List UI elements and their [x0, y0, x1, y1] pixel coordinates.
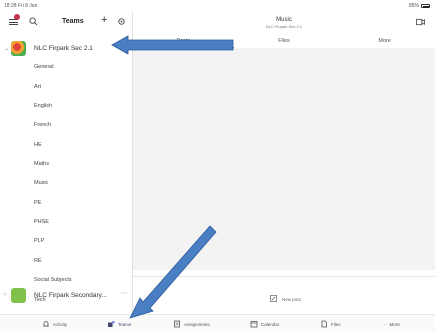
channel-pe[interactable]: PE — [34, 200, 41, 206]
nav-assignments[interactable]: Assignments — [173, 319, 210, 329]
teams-sidebar: Teams + ⌄ NLC Firpark Sec 2.1 General Ar… — [0, 12, 133, 314]
channel-re[interactable]: RE — [34, 258, 42, 264]
status-bar: 18:28 Fri 8 Jan 85% — [0, 0, 435, 12]
channel-tabs: Posts Files More — [133, 34, 435, 48]
battery-indicator: 85% — [409, 3, 430, 9]
calendar-icon — [250, 321, 258, 328]
team-name: NLC Firpark Secondary... — [34, 292, 107, 299]
nav-label: Activity — [53, 321, 68, 327]
more-options-icon[interactable]: ··· — [120, 290, 127, 297]
channel-english[interactable]: English — [34, 103, 52, 109]
battery-label: 85% — [408, 3, 419, 9]
channel-phse[interactable]: PHSE — [34, 219, 49, 225]
chevron-down-icon[interactable]: ⌄ — [4, 45, 9, 52]
nav-files[interactable]: Files — [320, 319, 341, 329]
channel-subtitle: NLC Firpark Sec 2.1 — [265, 24, 303, 29]
sidebar-title: Teams — [62, 18, 84, 25]
nav-activity[interactable]: Activity — [42, 319, 67, 329]
nav-label: Teams — [118, 321, 132, 327]
channel-art[interactable]: Art — [34, 84, 41, 90]
nav-calendar[interactable]: Calendar — [250, 319, 279, 329]
tab-posts[interactable]: Posts — [133, 34, 234, 48]
channel-title: Music — [276, 17, 292, 23]
battery-icon — [421, 4, 430, 8]
team-row-secondary[interactable]: › NLC Firpark Secondary... ··· — [0, 288, 133, 304]
bell-icon — [43, 321, 49, 327]
status-time: 18:28 Fri 8 Jan — [4, 3, 38, 9]
channel-maths[interactable]: Maths — [34, 161, 49, 167]
channel-general[interactable]: General — [34, 64, 54, 70]
notification-badge — [14, 14, 20, 20]
team-name: NLC Firpark Sec 2.1 — [34, 45, 93, 52]
team-row-sec21[interactable]: ⌄ NLC Firpark Sec 2.1 — [0, 41, 133, 57]
channel-he[interactable]: HE — [34, 142, 42, 148]
search-icon[interactable] — [29, 17, 38, 26]
posts-area — [133, 48, 435, 270]
files-icon — [321, 320, 327, 328]
nav-label: Calendar — [261, 321, 280, 327]
channel-french[interactable]: French — [34, 122, 51, 128]
tab-files[interactable]: Files — [234, 34, 335, 48]
team-avatar — [11, 41, 26, 56]
meet-now-icon[interactable] — [416, 18, 425, 26]
channel-social-subjects[interactable]: Social Subjects — [34, 277, 72, 283]
settings-icon[interactable] — [117, 17, 126, 26]
compose-icon[interactable] — [270, 295, 277, 302]
new-post-bar[interactable]: New post — [133, 276, 435, 314]
add-team-icon[interactable]: + — [101, 14, 107, 26]
team-avatar — [11, 288, 26, 303]
nav-more[interactable]: ··· More — [382, 319, 400, 329]
channel-music[interactable]: Music — [34, 180, 48, 186]
channel-plp[interactable]: PLP — [34, 238, 44, 244]
bottom-nav: Activity Teams Assignments Calendar File… — [0, 314, 435, 332]
nav-teams[interactable]: Teams — [107, 319, 131, 329]
new-post-label[interactable]: New post — [282, 297, 301, 302]
assignments-icon — [174, 320, 180, 328]
teams-icon — [108, 320, 115, 327]
more-icon: ··· — [382, 321, 387, 327]
nav-label: Assignments — [184, 321, 210, 327]
nav-label: Files — [331, 321, 341, 327]
channel-pane: Music NLC Firpark Sec 2.1 Posts Files Mo… — [133, 12, 435, 314]
nav-label: More — [389, 321, 400, 327]
tab-more[interactable]: More — [334, 34, 435, 48]
sidebar-header: Teams + — [0, 12, 133, 34]
chevron-right-icon[interactable]: › — [4, 292, 6, 298]
